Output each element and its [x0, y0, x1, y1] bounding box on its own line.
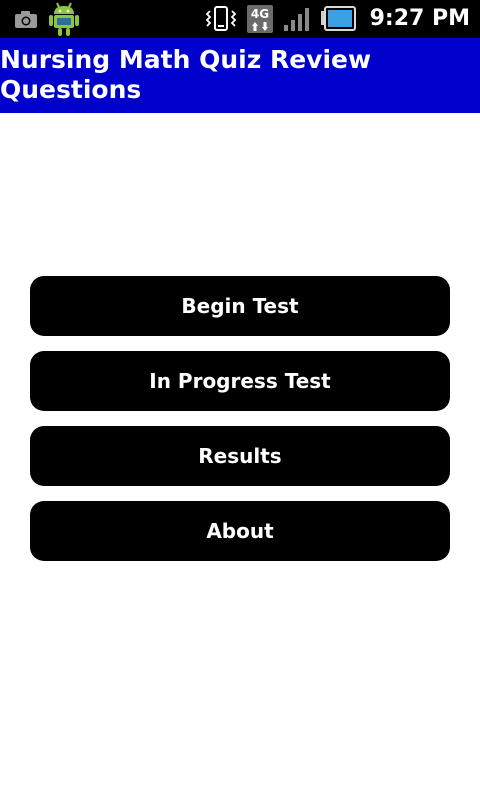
- main-menu: Begin Test In Progress Test Results Abou…: [30, 276, 450, 576]
- about-button[interactable]: About: [30, 501, 450, 561]
- vibrate-icon: [204, 5, 238, 33]
- 4g-icon: 4G: [246, 4, 274, 34]
- status-bar: 4G 9:27 PM: [0, 0, 480, 38]
- page-title: Nursing Math Quiz Review Questions: [0, 45, 372, 104]
- results-button[interactable]: Results: [30, 426, 450, 486]
- signal-icon: [282, 5, 312, 33]
- battery-icon: [320, 6, 356, 32]
- begin-test-button[interactable]: Begin Test: [30, 276, 450, 336]
- network-type-label: 4G: [250, 7, 268, 21]
- in-progress-test-button[interactable]: In Progress Test: [30, 351, 450, 411]
- title-bar: Nursing Math Quiz Review Questions: [0, 38, 480, 113]
- android-icon: [48, 1, 80, 37]
- camera-icon: [14, 9, 38, 29]
- status-time: 9:27 PM: [369, 6, 470, 31]
- status-system-icons: 4G 9:27 PM: [204, 0, 470, 38]
- status-notifications: [14, 0, 80, 38]
